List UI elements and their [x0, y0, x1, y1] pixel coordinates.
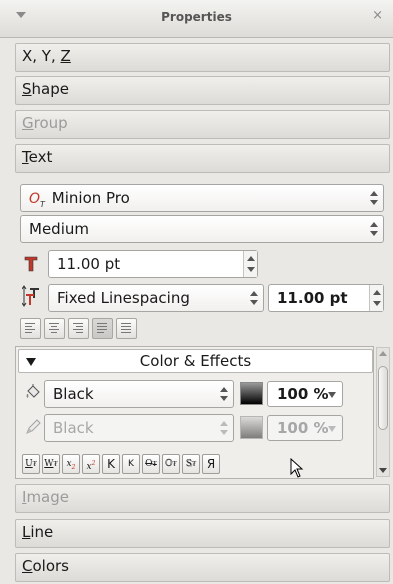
panel-title: Properties [161, 10, 232, 24]
align-forced-button[interactable] [116, 318, 137, 339]
line-spacing-mode-select[interactable]: Fixed Linespacing [48, 284, 264, 312]
section-colors-label: olors [32, 557, 69, 575]
section-group-label: roup [33, 114, 68, 132]
font-size-value: 11.00 pt [57, 255, 121, 273]
chevron-updown-icon [220, 421, 228, 435]
strikethrough-button[interactable]: O₮ [142, 454, 160, 474]
font-family-select[interactable]: OT Minion Pro [20, 184, 384, 212]
text-color-value: Black [53, 385, 94, 403]
chevron-updown-icon [370, 222, 378, 236]
section-text-label: ext [28, 148, 53, 166]
section-xyz[interactable]: X, Y, Z [15, 43, 390, 72]
section-group-mnemonic: G [22, 114, 34, 132]
chevron-updown-icon [250, 291, 258, 305]
font-size-input[interactable]: 11.00 pt [48, 250, 258, 278]
all-caps-button[interactable]: K [102, 454, 120, 474]
section-colors[interactable]: Colors [15, 553, 390, 582]
chevron-down-icon [328, 392, 336, 398]
text-shade-value: 100 % [277, 385, 329, 403]
font-style-value: Medium [29, 220, 89, 238]
stroke-shade-select: 100 % [267, 415, 343, 441]
stroke-color-swatch [240, 416, 263, 439]
section-shape-label: hape [31, 80, 69, 98]
underline-button[interactable]: U₮ [22, 454, 40, 474]
stroke-color-select: Black [44, 414, 234, 442]
line-spacing-input[interactable]: 11.00 pt [268, 284, 384, 312]
align-right-button[interactable] [68, 318, 89, 339]
section-shape[interactable]: Shape [15, 76, 390, 105]
superscript-button[interactable]: x2 [82, 454, 100, 474]
section-text[interactable]: Text [15, 144, 390, 173]
font-size-stepper[interactable] [243, 251, 257, 277]
text-color-select[interactable]: Black [44, 380, 234, 408]
underline-words-button[interactable]: W₮ [42, 454, 60, 474]
text-shade-select[interactable]: 100 % [267, 381, 343, 407]
scroll-up-icon[interactable] [379, 351, 387, 356]
section-image-label: mage [26, 488, 69, 506]
text-color-swatch [240, 382, 263, 405]
stroke-color-value: Black [53, 419, 94, 437]
line-spacing-mode-value: Fixed Linespacing [57, 289, 190, 307]
font-size-icon [22, 254, 42, 274]
effects-scrollbar[interactable] [376, 347, 390, 477]
chevron-updown-icon [220, 387, 228, 401]
stroke-pen-icon [24, 418, 42, 436]
scroll-down-icon[interactable] [379, 468, 387, 473]
chevron-updown-icon [370, 191, 378, 205]
section-group: Group [15, 110, 390, 139]
color-effects-title: Color & Effects [139, 352, 252, 370]
subscript-button[interactable]: x2 [62, 454, 80, 474]
shadow-button[interactable]: S₮ [182, 454, 200, 474]
line-spacing-icon [21, 285, 42, 307]
line-spacing-value: 11.00 pt [277, 289, 348, 307]
section-text-mnemonic: T [22, 148, 29, 166]
stroke-shade-value: 100 % [277, 419, 329, 437]
section-xyz-label: X, Y, [22, 47, 61, 65]
section-image: Image [15, 484, 390, 513]
outline-button[interactable]: O₮ [162, 454, 180, 474]
chevron-down-icon [328, 426, 336, 432]
section-colors-mnemonic: C [22, 557, 33, 575]
section-xyz-mnemonic: Z [60, 47, 71, 65]
fill-bucket-icon [24, 383, 42, 401]
align-center-button[interactable] [44, 318, 65, 339]
close-icon[interactable]: × [372, 8, 383, 23]
font-family-value: Minion Pro [51, 189, 130, 207]
small-caps-button[interactable]: K [122, 454, 140, 474]
opentype-font-icon: OT [29, 191, 45, 209]
line-spacing-stepper[interactable] [369, 285, 383, 311]
section-shape-mnemonic: S [22, 80, 32, 98]
mouse-pointer-icon [290, 457, 304, 482]
panel-titlebar: Properties × [0, 0, 393, 38]
align-justify-button[interactable] [92, 318, 113, 339]
align-left-button[interactable] [20, 318, 41, 339]
section-line-label: ine [30, 523, 54, 541]
color-effects-header[interactable]: Color & Effects [18, 349, 373, 373]
font-style-select[interactable]: Medium [20, 215, 384, 243]
section-line[interactable]: Line [15, 519, 390, 548]
text-effects-button[interactable]: Я [202, 454, 220, 474]
scroll-thumb[interactable] [378, 366, 388, 430]
